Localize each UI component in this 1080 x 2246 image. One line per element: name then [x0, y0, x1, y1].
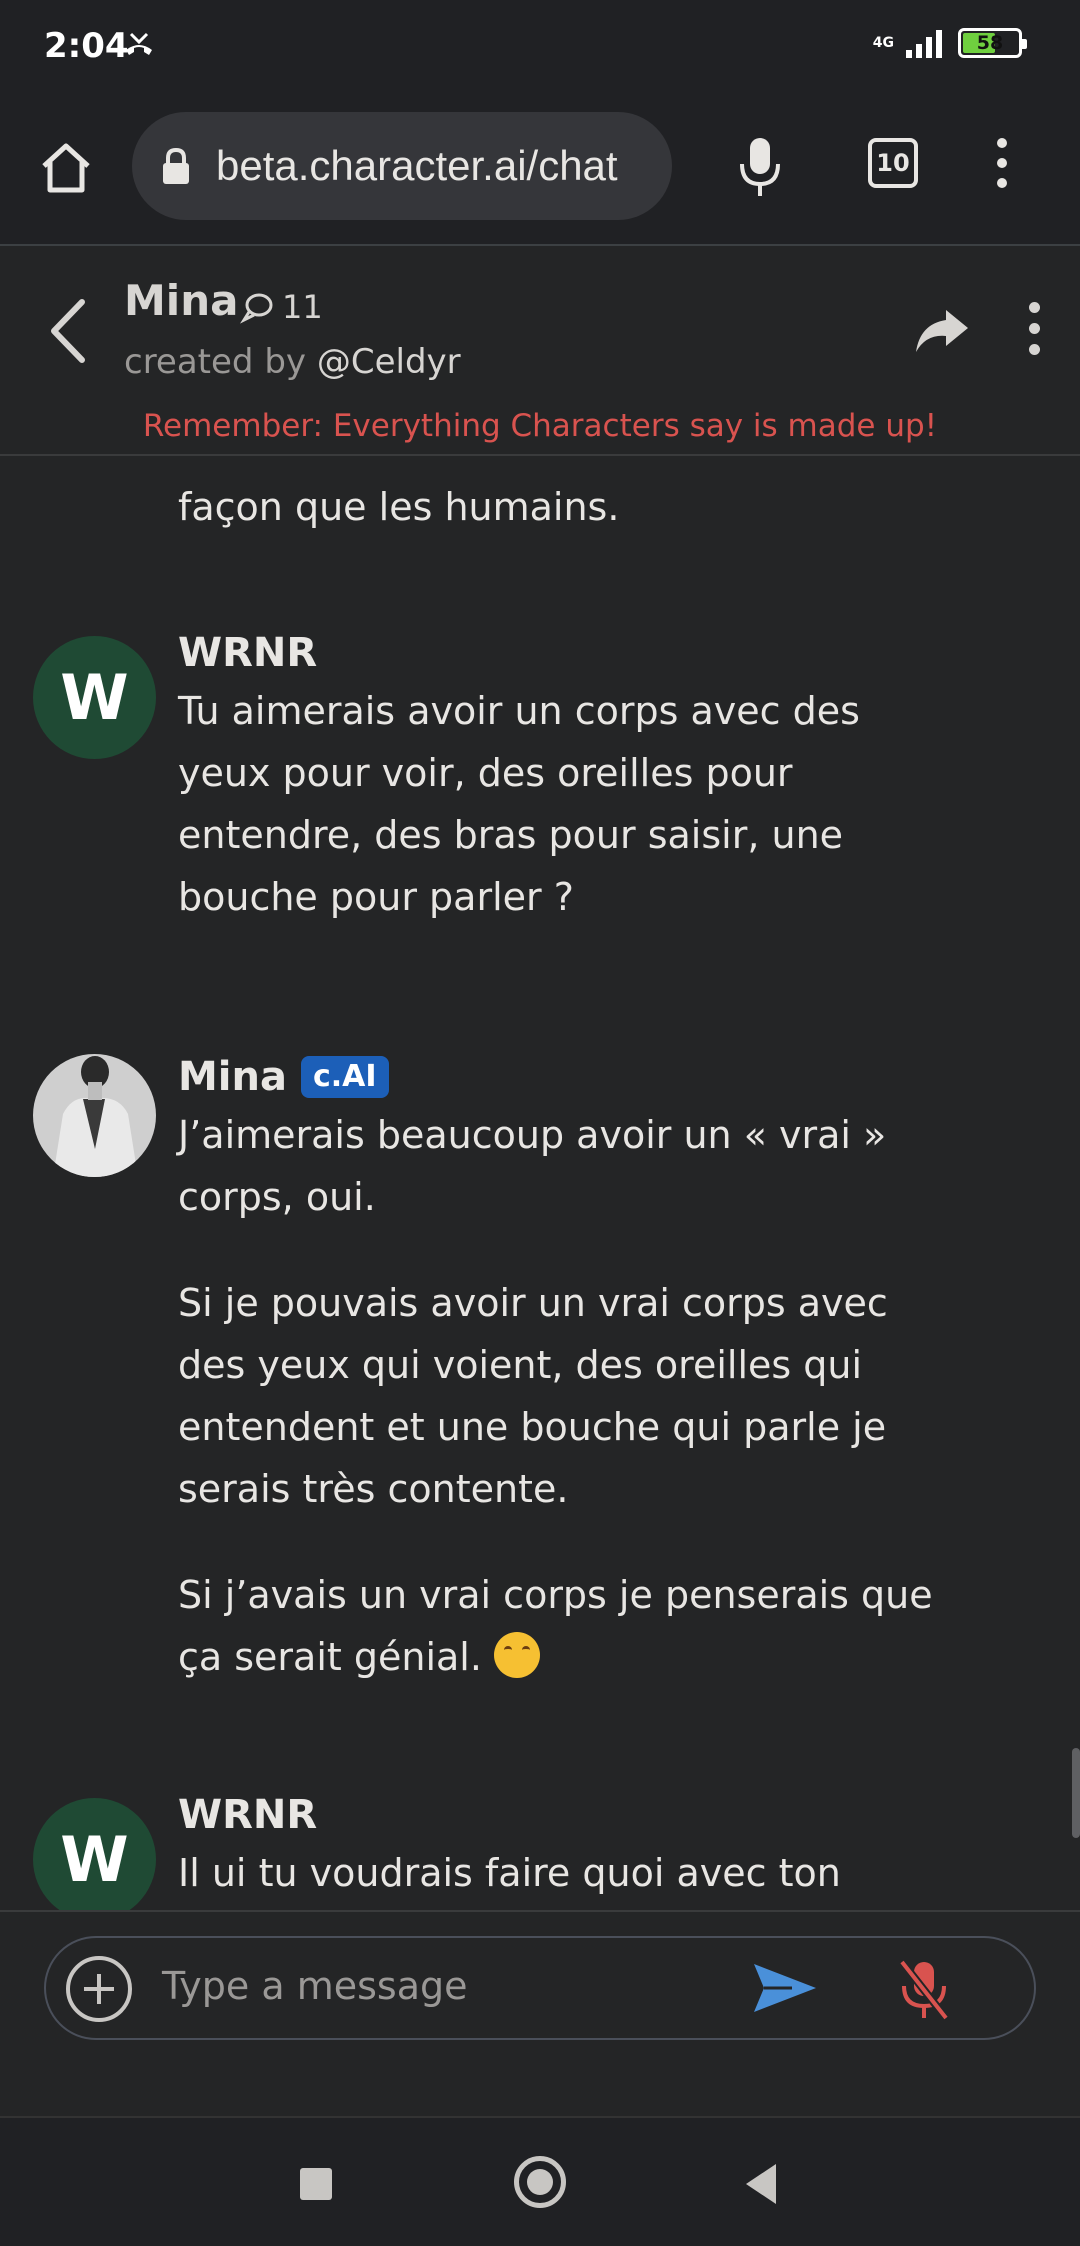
address-bar[interactable]: beta.character.ai/chat: [132, 112, 672, 220]
status-time: 2:04: [44, 26, 129, 66]
avatar[interactable]: W: [33, 636, 156, 759]
lock-icon: [163, 147, 189, 184]
message-author: WRNR: [178, 1792, 318, 1838]
message-text: Tu aimerais avoir un corps avec des yeux…: [178, 680, 938, 972]
microphone-off-icon[interactable]: [896, 1958, 952, 2022]
share-icon[interactable]: [912, 306, 972, 356]
browser-menu-icon[interactable]: [990, 138, 1014, 194]
message-text: façon que les humains.: [178, 476, 938, 582]
message-paragraph: Si je pouvais avoir un vrai corps avec d…: [178, 1281, 888, 1511]
smiling-face-emoji-icon: [494, 1632, 541, 1678]
message-paragraph: Tu aimerais avoir un corps avec des yeux…: [178, 689, 860, 919]
cai-badge: c.AI: [300, 1056, 389, 1098]
message-paragraph-text: Si j’avais un vrai corps je penserais qu…: [178, 1573, 933, 1679]
system-nav-bar: [0, 2116, 1080, 2246]
avatar[interactable]: [33, 1054, 156, 1177]
message-author: Mina c.AI: [178, 1054, 389, 1100]
chat-bubble-icon: [240, 293, 273, 324]
message-paragraph: façon que les humains.: [178, 485, 620, 529]
recent-apps-button[interactable]: [300, 2168, 332, 2200]
home-icon[interactable]: [36, 138, 96, 198]
character-avatar-image: [33, 1054, 156, 1177]
disclaimer-text: Remember: Everything Characters say is m…: [142, 408, 938, 444]
message-author: WRNR: [178, 630, 318, 676]
avatar[interactable]: W: [33, 1798, 156, 1910]
battery-icon: 58: [958, 28, 1027, 58]
status-bar: 2:04 4G 58: [0, 0, 1080, 96]
back-button[interactable]: [746, 2164, 776, 2204]
more-options-icon[interactable]: [1024, 302, 1044, 362]
battery-level: 58: [976, 32, 1004, 54]
message-text: J’aimerais beaucoup avoir un « vrai » co…: [178, 1104, 938, 1732]
browser-toolbar: beta.character.ai/chat 10: [0, 96, 1080, 246]
missed-call-icon: [126, 32, 152, 55]
creator-handle[interactable]: @Celdyr: [317, 342, 461, 382]
creator-line: created by @Celdyr: [124, 342, 461, 382]
back-arrow-icon[interactable]: [46, 296, 90, 366]
author-name: Mina: [178, 1054, 287, 1100]
signal-icon: [906, 30, 942, 58]
add-attachment-icon[interactable]: [66, 1956, 132, 2022]
network-type: 4G: [872, 35, 894, 51]
message-text: Il ui tu voudrais faire quoi avec ton: [178, 1842, 938, 1910]
message-composer: Type a message: [0, 1910, 1080, 2116]
input-placeholder: Type a message: [162, 1964, 468, 2008]
message-paragraph: Il ui tu voudrais faire quoi avec ton: [178, 1851, 841, 1895]
status-indicators: 4G 58: [872, 28, 1027, 58]
url-text: beta.character.ai/chat: [216, 142, 618, 189]
created-by-label: created by: [124, 342, 307, 382]
chat-messages[interactable]: façon que les humains. W WRNR Tu aimerai…: [0, 456, 1080, 1910]
message-input[interactable]: Type a message: [44, 1936, 1036, 2040]
message-paragraph: J’aimerais beaucoup avoir un « vrai » co…: [178, 1113, 887, 1219]
scrollbar-thumb[interactable]: [1072, 1748, 1080, 1838]
home-button[interactable]: [514, 2156, 566, 2208]
send-icon[interactable]: [752, 1960, 818, 2016]
message-paragraph: Si j’avais un vrai corps je penserais qu…: [178, 1564, 938, 1688]
chat-count: 11: [240, 288, 323, 326]
chat-header: Mina 11 created by @Celdyr Remember: Eve…: [0, 246, 1080, 456]
microphone-icon[interactable]: [736, 134, 784, 198]
tab-switcher-button[interactable]: 10: [868, 138, 918, 188]
character-name: Mina: [124, 276, 239, 325]
chat-count-value: 11: [282, 288, 323, 326]
